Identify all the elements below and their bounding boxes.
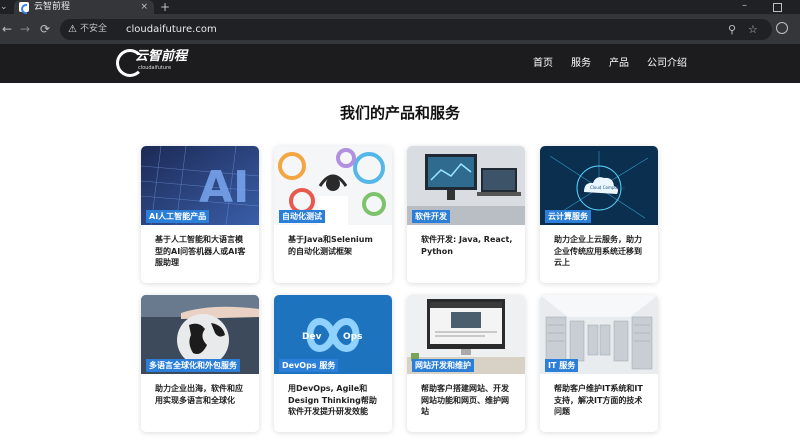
warning-icon[interactable]: ⚠ [68,23,77,36]
card-cloud[interactable]: Cloud Computing 云计算服务 助力企业上云服务，助力企业传统应用系… [540,146,658,283]
card-tag: AI人工智能产品 [146,210,210,223]
favicon-icon [19,2,29,14]
card-tag: 云计算服务 [545,210,591,223]
url-text[interactable]: cloudaifuture.com [126,22,217,37]
tab-close-button[interactable]: × [140,0,148,14]
card-tag: DevOps 服务 [279,359,339,372]
nav-item-services[interactable]: 服务 [571,57,591,70]
new-tab-button[interactable]: + [160,0,170,14]
ai-letters: AI [199,162,249,213]
card-globalization[interactable]: 多语言全球化和外包服务 助力企业出海，软件和应用实现多语言和全球化 [141,295,259,432]
card-description: 软件开发: Java, React, Python [421,235,513,256]
profile-icon[interactable] [776,22,788,34]
card-it-service[interactable]: IT 服务 帮助客户维护IT系统和IT支持，解决IT方面的技术问题 [540,295,658,432]
back-icon[interactable]: ← [2,21,12,37]
reload-icon[interactable]: ⟳ [40,21,50,37]
browser-tab-bar: ⌄ 云智前程 × + – [0,0,800,14]
card-description: 帮助客户搭建网站、开发网站功能和网页、维护网站 [421,384,509,416]
card-tag: 网站开发和维护 [412,359,474,372]
card-devops[interactable]: Dev Ops DevOps 服务 用DevOps, Agile和Design … [274,295,392,432]
bookmark-star-icon[interactable]: ☆ [748,22,758,37]
card-ai[interactable]: AI AI人工智能产品 基于人工智能和大语言模型的AI问答机器人或AI客服助理 [141,146,259,283]
zoom-icon[interactable]: ⚲ [728,22,736,37]
tab-title: 云智前程 [34,2,71,12]
nav-item-about[interactable]: 公司介绍 [647,57,687,70]
maximize-icon[interactable] [773,3,782,12]
card-tag: 自动化测试 [279,210,325,223]
card-description: 助力企业出海，软件和应用实现多语言和全球化 [155,384,243,405]
site-logo[interactable]: 云智前程 cloudaifuture [116,46,196,82]
nav-item-home[interactable]: 首页 [533,57,553,70]
card-description: 助力企业上云服务，助力企业传统应用系统迁移到云上 [554,235,642,267]
browser-tab[interactable]: 云智前程 × [14,0,154,14]
section-title: 我们的产品和服务 [339,104,460,122]
browser-toolbar: ← → ⟳ ⚠ 不安全 cloudaifuture.com ⚲ ☆ [0,14,800,44]
tab-search-icon[interactable]: ⌄ [0,0,8,14]
card-tag: IT 服务 [545,359,579,372]
address-bar[interactable]: ⚠ 不安全 cloudaifuture.com ⚲ ☆ [60,19,772,40]
card-tag: 多语言全球化和外包服务 [146,359,240,372]
card-description: 基于Java和Selenium的自动化测试框架 [288,235,373,256]
site-header: 云智前程 cloudaifuture 首页 服务 产品 公司介绍 [0,44,800,83]
devops-dev-text: Dev [302,332,322,342]
cloud-caption: Cloud Computing [590,185,625,190]
insecure-label[interactable]: 不安全 [80,23,107,36]
card-software-dev[interactable]: 软件开发 软件开发: Java, React, Python [407,146,525,283]
devops-ops-text: Ops [343,332,362,342]
nav-item-products[interactable]: 产品 [609,57,629,70]
card-description: 帮助客户维护IT系统和IT支持，解决IT方面的技术问题 [554,384,643,416]
card-description: 用DevOps, Agile和Design Thinking帮助软件开发提升研发… [288,384,377,416]
logo-text: 云智前程 [135,49,188,64]
logo-subtext: cloudaifuture [138,65,172,71]
card-automation-test[interactable]: 自动化测试 基于Java和Selenium的自动化测试框架 [274,146,392,283]
minimize-icon[interactable]: – [742,0,747,12]
forward-icon[interactable]: → [20,21,30,37]
card-description: 基于人工智能和大语言模型的AI问答机器人或AI客服助理 [155,235,246,267]
card-tag: 软件开发 [412,210,450,223]
card-website[interactable]: 网站开发和维护 帮助客户搭建网站、开发网站功能和网页、维护网站 [407,295,525,432]
